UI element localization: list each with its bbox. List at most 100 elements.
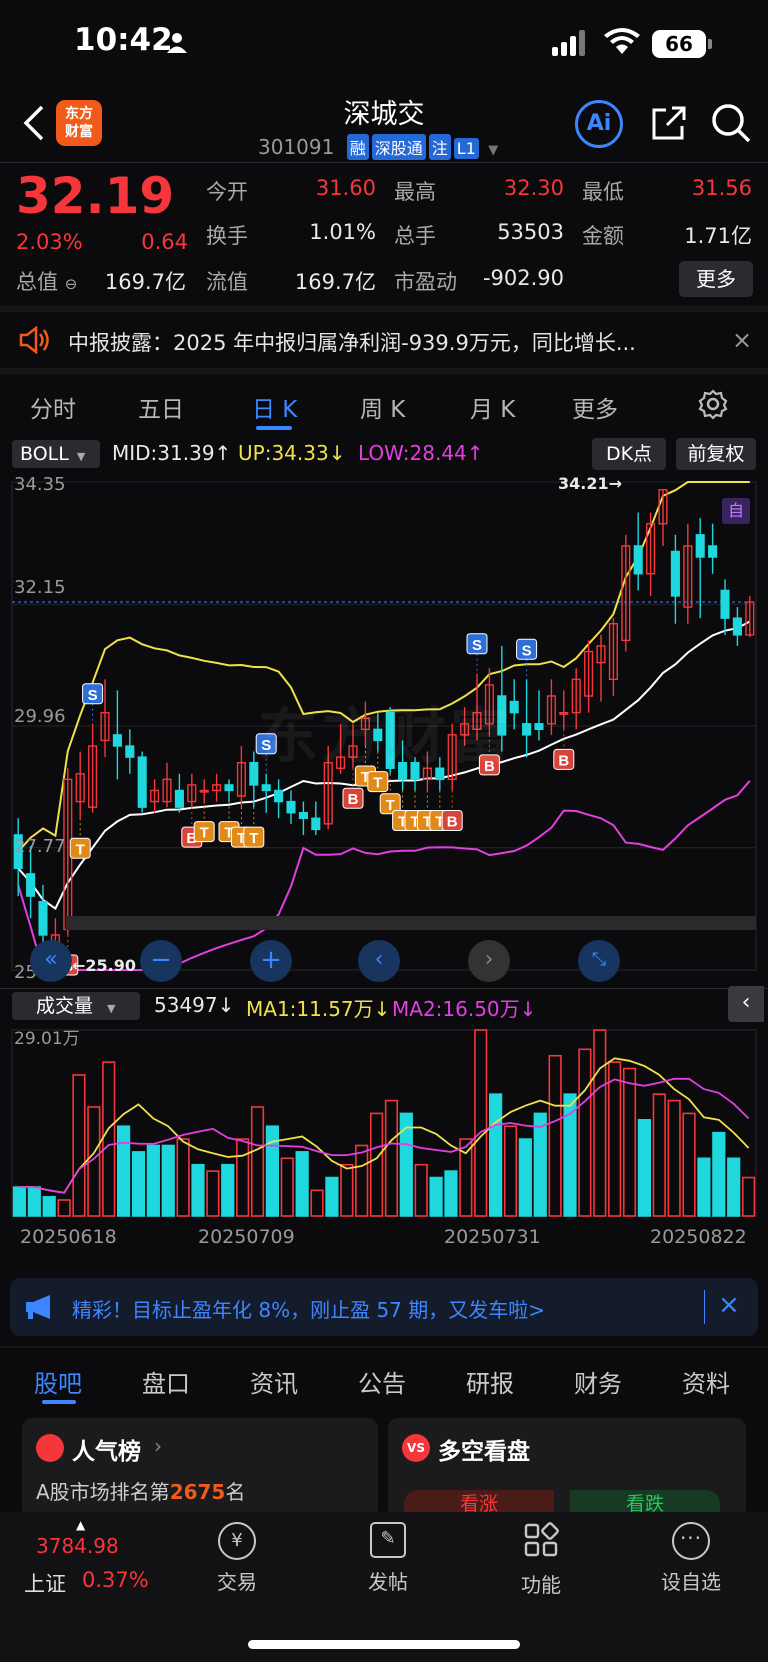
scroll-left-fast-icon[interactable]: « (30, 940, 72, 982)
tab-profile[interactable]: 资料 (682, 1364, 730, 1399)
quote-value-3: 1.01% (309, 220, 376, 244)
axis-label-3: 29.96 (14, 706, 66, 727)
index-name[interactable]: 上证 (24, 1568, 66, 1598)
quote-label-2: 最低 (582, 180, 624, 204)
fullscreen-icon[interactable]: ⤡ (578, 940, 620, 982)
tab-forum[interactable]: 股吧 (34, 1364, 82, 1399)
stock-code-row[interactable]: 301091 融深股通注 L1 ▼ (258, 134, 498, 160)
volume-bar-47 (712, 1131, 726, 1217)
person-icon (166, 32, 188, 58)
volume-indicator-select[interactable]: 成交量 ▼ (12, 992, 140, 1020)
close-icon[interactable]: × (732, 326, 752, 354)
boll-mid: MID:31.39↑ (112, 441, 232, 465)
tab-five-day[interactable]: 五日 (138, 390, 184, 424)
section-gap-3 (0, 1346, 768, 1348)
bull-bear-card[interactable]: VS 多空看盘 看涨 看跌 (388, 1418, 746, 1518)
axis-label-4: 27.77 (14, 836, 66, 857)
tab-intraday[interactable]: 分时 (30, 390, 76, 424)
nav-trade-label: 交易 (217, 1570, 257, 1594)
home-indicator (248, 1640, 520, 1649)
watermark: 东方财富 (258, 702, 514, 772)
tab-finance[interactable]: 财务 (574, 1364, 622, 1399)
promo-banner[interactable]: 精彩！目标止盈年化 8%，刚止盈 57 期，又发车啦> × (10, 1278, 758, 1336)
candle-body-41 (522, 723, 532, 736)
axis-label-2: 32.15 (14, 577, 66, 598)
volume-bar-7 (116, 1125, 131, 1217)
nav-trade[interactable]: ¥ 交易 (182, 1522, 292, 1595)
tab-more[interactable]: 更多 (572, 390, 618, 424)
volume-bar-18 (280, 1157, 294, 1217)
volume-bar-38 (578, 1048, 592, 1217)
high-annotation: 34.21→ (558, 474, 623, 493)
zoom-controls (66, 916, 756, 930)
volume-bar-15 (236, 1138, 250, 1217)
nav-add-watchlist[interactable]: ··· 设自选 (636, 1522, 746, 1595)
low-annotation: ←25.90 (72, 956, 137, 975)
volume-bar-21 (325, 1176, 339, 1217)
index-change[interactable]: 0.37% (82, 1568, 149, 1592)
volume-bar-19 (295, 1151, 309, 1217)
settings-icon[interactable] (697, 388, 729, 424)
speaker-icon (18, 325, 50, 358)
candle-body-17 (224, 784, 234, 792)
volume-bar-35 (533, 1112, 547, 1217)
forum-tab-indicator (42, 1400, 76, 1404)
collapse-panel-icon[interactable]: ‹ (728, 986, 764, 1022)
volume-bar-25 (384, 1099, 399, 1217)
candle-body-22 (286, 800, 296, 814)
status-bar: 10:42 66 (0, 0, 768, 90)
adjust-button[interactable]: 前复权 (676, 438, 756, 470)
quote-label-0: 今开 (206, 180, 248, 204)
popularity-rank: 2675 (169, 1480, 226, 1504)
nav-functions[interactable]: 功能 (486, 1522, 596, 1598)
scroll-left-icon[interactable]: ‹ (358, 940, 400, 982)
quote-value-2: 31.56 (691, 176, 752, 200)
ai-button[interactable]: Ai (575, 100, 623, 148)
tab-research[interactable]: 研报 (466, 1364, 514, 1399)
volume-bar-24 (369, 1112, 384, 1217)
info-icon[interactable]: ⊖ (65, 275, 78, 293)
tab-daily-k[interactable]: 日 K (252, 390, 297, 424)
banner-close-icon[interactable]: × (718, 1290, 740, 1320)
volume-bar-2 (42, 1195, 56, 1217)
chart-bar-icon (36, 1434, 64, 1462)
quote-value-7: 169.7亿 (294, 270, 376, 294)
nav-post[interactable]: ✎ 发帖 (333, 1522, 443, 1595)
notice-bar[interactable]: 中报披露：2025 年中报归属净利润-939.9万元，同比增长... × (0, 312, 768, 368)
signal-label-17: B (447, 813, 458, 830)
signal-label-2: S (88, 687, 98, 704)
scroll-right-icon[interactable]: › (468, 940, 510, 982)
candle-body-58 (732, 617, 742, 636)
volume-bar-13 (206, 1170, 220, 1217)
popularity-card[interactable]: 人气榜 › A股市场排名第2675名 (22, 1418, 378, 1518)
axis-label-1: 34.35 (14, 474, 66, 495)
volume-bar-32 (488, 1093, 503, 1217)
zoom-out-icon[interactable]: − (140, 940, 182, 982)
tab-order-book[interactable]: 盘口 (142, 1364, 190, 1399)
volume-bar-44 (667, 1099, 681, 1217)
volume-bar-9 (146, 1144, 160, 1217)
tab-announcements[interactable]: 公告 (358, 1364, 406, 1399)
index-value[interactable]: 3784.98 (36, 1534, 119, 1558)
share-icon[interactable] (650, 104, 688, 146)
candle-body-55 (695, 534, 705, 558)
quote-label-7: 流值 (206, 270, 248, 294)
date-label-3: 20250731 (444, 1226, 541, 1248)
dk-point-button[interactable]: DK点 (592, 438, 666, 470)
indicator-select[interactable]: BOLL ▼ (12, 440, 100, 468)
tag-registered: 注 (428, 134, 451, 160)
tab-news[interactable]: 资讯 (250, 1364, 298, 1399)
quote-value-4: 53503 (497, 220, 564, 244)
header-divider (0, 162, 768, 163)
last-price: 32.19 (16, 167, 175, 225)
tab-monthly-k[interactable]: 月 K (470, 390, 515, 424)
search-icon[interactable] (710, 102, 752, 148)
volume-bar-4 (72, 1074, 86, 1217)
volume-chart[interactable] (0, 1022, 768, 1222)
zoom-in-icon[interactable]: + (250, 940, 292, 982)
tab-weekly-k[interactable]: 周 K (360, 390, 405, 424)
more-button[interactable]: 更多 (679, 261, 753, 297)
volume-bar-12 (191, 1163, 205, 1217)
battery-icon: 66 (652, 30, 706, 58)
candle-body-9 (125, 745, 135, 758)
